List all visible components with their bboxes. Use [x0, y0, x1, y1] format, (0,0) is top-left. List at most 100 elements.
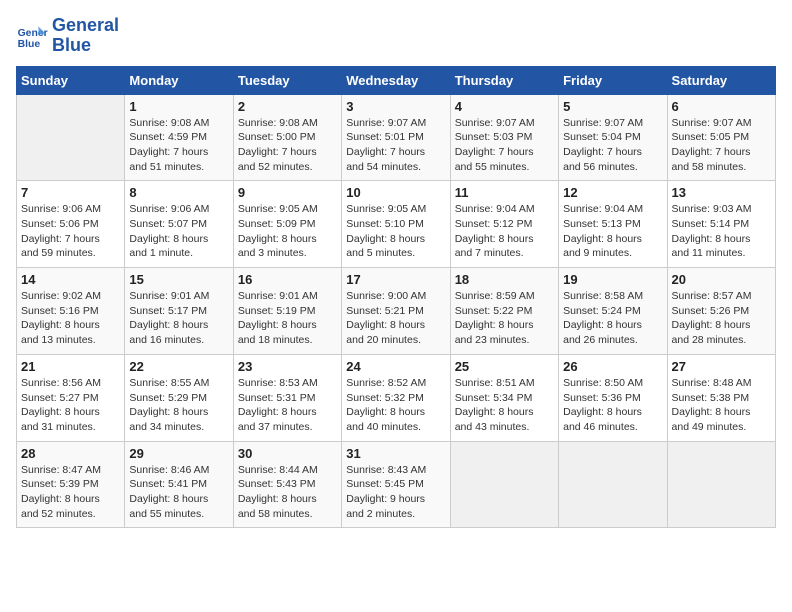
day-number: 2 [238, 99, 337, 114]
day-cell: 6Sunrise: 9:07 AM Sunset: 5:05 PM Daylig… [667, 94, 775, 181]
day-info: Sunrise: 9:05 AM Sunset: 5:10 PM Dayligh… [346, 202, 445, 261]
day-info: Sunrise: 8:53 AM Sunset: 5:31 PM Dayligh… [238, 376, 337, 435]
day-info: Sunrise: 9:04 AM Sunset: 5:12 PM Dayligh… [455, 202, 554, 261]
day-number: 24 [346, 359, 445, 374]
day-info: Sunrise: 9:03 AM Sunset: 5:14 PM Dayligh… [672, 202, 771, 261]
day-cell [559, 441, 667, 528]
day-cell: 30 Sunrise: 8:44 AM Sunset: 5:43 PM Dayli… [233, 441, 341, 528]
day-cell: 4Sunrise: 9:07 AM Sunset: 5:03 PM Daylig… [450, 94, 558, 181]
day-cell: 28Sunrise: 8:47 AM Sunset: 5:39 PM Dayli… [17, 441, 125, 528]
day-cell: 11 Sunrise: 9:04 AM Sunset: 5:12 PM Dayli… [450, 181, 558, 268]
day-cell: 18 Sunrise: 8:59 AM Sunset: 5:22 PM Dayli… [450, 268, 558, 355]
day-number: 11 [455, 185, 554, 200]
logo-text-line2: Blue [52, 36, 119, 56]
header-cell-saturday: Saturday [667, 66, 775, 94]
day-number: 1 [129, 99, 228, 114]
week-row-1: 1 Sunrise: 9:08 AM Sunset: 4:59 PM Daylig… [17, 94, 776, 181]
header-cell-thursday: Thursday [450, 66, 558, 94]
day-cell: 23 Sunrise: 8:53 AM Sunset: 5:31 PM Dayli… [233, 354, 341, 441]
header-cell-friday: Friday [559, 66, 667, 94]
day-number: 17 [346, 272, 445, 287]
week-row-2: 7 Sunrise: 9:06 AM Sunset: 5:06 PM Daylig… [17, 181, 776, 268]
day-cell [17, 94, 125, 181]
day-number: 12 [563, 185, 662, 200]
day-info: Sunrise: 8:58 AM Sunset: 5:24 PM Dayligh… [563, 289, 662, 348]
day-cell: 9 Sunrise: 9:05 AM Sunset: 5:09 PM Daylig… [233, 181, 341, 268]
day-info: Sunrise: 8:55 AM Sunset: 5:29 PM Dayligh… [129, 376, 228, 435]
day-number: 18 [455, 272, 554, 287]
day-number: 16 [238, 272, 337, 287]
day-info: Sunrise: 9:01 AM Sunset: 5:19 PM Dayligh… [238, 289, 337, 348]
day-info: Sunrise: 8:47 AM Sunset: 5:39 PM Dayligh… [21, 463, 120, 522]
day-number: 13 [672, 185, 771, 200]
day-info: Sunrise: 9:05 AM Sunset: 5:09 PM Dayligh… [238, 202, 337, 261]
day-cell: 25 Sunrise: 8:51 AM Sunset: 5:34 PM Dayli… [450, 354, 558, 441]
day-number: 8 [129, 185, 228, 200]
day-info: Sunrise: 9:08 AM Sunset: 4:59 PM Dayligh… [129, 116, 228, 175]
logo: General Blue General Blue [16, 16, 119, 56]
page-header: General Blue General Blue [16, 16, 776, 56]
day-cell: 19 Sunrise: 8:58 AM Sunset: 5:24 PM Dayli… [559, 268, 667, 355]
day-info: Sunrise: 9:08 AM Sunset: 5:00 PM Dayligh… [238, 116, 337, 175]
day-info: Sunrise: 8:51 AM Sunset: 5:34 PM Dayligh… [455, 376, 554, 435]
day-number: 7 [21, 185, 120, 200]
header-row: SundayMondayTuesdayWednesdayThursdayFrid… [17, 66, 776, 94]
day-cell: 27Sunrise: 8:48 AM Sunset: 5:38 PM Dayli… [667, 354, 775, 441]
day-cell: 10 Sunrise: 9:05 AM Sunset: 5:10 PM Dayli… [342, 181, 450, 268]
day-number: 10 [346, 185, 445, 200]
day-info: Sunrise: 9:07 AM Sunset: 5:04 PM Dayligh… [563, 116, 662, 175]
day-number: 15 [129, 272, 228, 287]
day-info: Sunrise: 9:07 AM Sunset: 5:03 PM Dayligh… [455, 116, 554, 175]
day-number: 30 [238, 446, 337, 461]
logo-text-line1: General [52, 16, 119, 36]
day-cell: 8Sunrise: 9:06 AM Sunset: 5:07 PM Daylig… [125, 181, 233, 268]
day-number: 29 [129, 446, 228, 461]
day-info: Sunrise: 9:07 AM Sunset: 5:01 PM Dayligh… [346, 116, 445, 175]
day-number: 14 [21, 272, 120, 287]
header-cell-tuesday: Tuesday [233, 66, 341, 94]
day-cell: 14 Sunrise: 9:02 AM Sunset: 5:16 PM Dayli… [17, 268, 125, 355]
day-number: 3 [346, 99, 445, 114]
day-number: 20 [672, 272, 771, 287]
svg-text:Blue: Blue [18, 39, 41, 50]
day-info: Sunrise: 8:57 AM Sunset: 5:26 PM Dayligh… [672, 289, 771, 348]
day-info: Sunrise: 8:43 AM Sunset: 5:45 PM Dayligh… [346, 463, 445, 522]
day-cell: 17 Sunrise: 9:00 AM Sunset: 5:21 PM Dayli… [342, 268, 450, 355]
week-row-4: 21Sunrise: 8:56 AM Sunset: 5:27 PM Dayli… [17, 354, 776, 441]
day-info: Sunrise: 8:44 AM Sunset: 5:43 PM Dayligh… [238, 463, 337, 522]
day-number: 25 [455, 359, 554, 374]
day-info: Sunrise: 9:04 AM Sunset: 5:13 PM Dayligh… [563, 202, 662, 261]
day-cell [450, 441, 558, 528]
day-info: Sunrise: 9:07 AM Sunset: 5:05 PM Dayligh… [672, 116, 771, 175]
day-cell: 22Sunrise: 8:55 AM Sunset: 5:29 PM Dayli… [125, 354, 233, 441]
day-number: 9 [238, 185, 337, 200]
day-cell: 3 Sunrise: 9:07 AM Sunset: 5:01 PM Daylig… [342, 94, 450, 181]
day-info: Sunrise: 9:00 AM Sunset: 5:21 PM Dayligh… [346, 289, 445, 348]
day-info: Sunrise: 9:01 AM Sunset: 5:17 PM Dayligh… [129, 289, 228, 348]
day-number: 27 [672, 359, 771, 374]
day-info: Sunrise: 9:02 AM Sunset: 5:16 PM Dayligh… [21, 289, 120, 348]
day-cell: 20 Sunrise: 8:57 AM Sunset: 5:26 PM Dayli… [667, 268, 775, 355]
day-cell: 7 Sunrise: 9:06 AM Sunset: 5:06 PM Daylig… [17, 181, 125, 268]
day-cell: 12 Sunrise: 9:04 AM Sunset: 5:13 PM Dayli… [559, 181, 667, 268]
day-cell: 31Sunrise: 8:43 AM Sunset: 5:45 PM Dayli… [342, 441, 450, 528]
week-row-5: 28Sunrise: 8:47 AM Sunset: 5:39 PM Dayli… [17, 441, 776, 528]
day-cell: 29Sunrise: 8:46 AM Sunset: 5:41 PM Dayli… [125, 441, 233, 528]
header-cell-monday: Monday [125, 66, 233, 94]
calendar-table: SundayMondayTuesdayWednesdayThursdayFrid… [16, 66, 776, 529]
day-number: 19 [563, 272, 662, 287]
header-cell-wednesday: Wednesday [342, 66, 450, 94]
day-cell: 2 Sunrise: 9:08 AM Sunset: 5:00 PM Daylig… [233, 94, 341, 181]
day-info: Sunrise: 8:59 AM Sunset: 5:22 PM Dayligh… [455, 289, 554, 348]
header-cell-sunday: Sunday [17, 66, 125, 94]
day-info: Sunrise: 8:56 AM Sunset: 5:27 PM Dayligh… [21, 376, 120, 435]
day-info: Sunrise: 9:06 AM Sunset: 5:06 PM Dayligh… [21, 202, 120, 261]
day-cell [667, 441, 775, 528]
day-number: 23 [238, 359, 337, 374]
day-cell: 24Sunrise: 8:52 AM Sunset: 5:32 PM Dayli… [342, 354, 450, 441]
day-cell: 13 Sunrise: 9:03 AM Sunset: 5:14 PM Dayli… [667, 181, 775, 268]
day-info: Sunrise: 8:50 AM Sunset: 5:36 PM Dayligh… [563, 376, 662, 435]
day-cell: 16 Sunrise: 9:01 AM Sunset: 5:19 PM Dayli… [233, 268, 341, 355]
day-cell: 26Sunrise: 8:50 AM Sunset: 5:36 PM Dayli… [559, 354, 667, 441]
day-number: 5 [563, 99, 662, 114]
